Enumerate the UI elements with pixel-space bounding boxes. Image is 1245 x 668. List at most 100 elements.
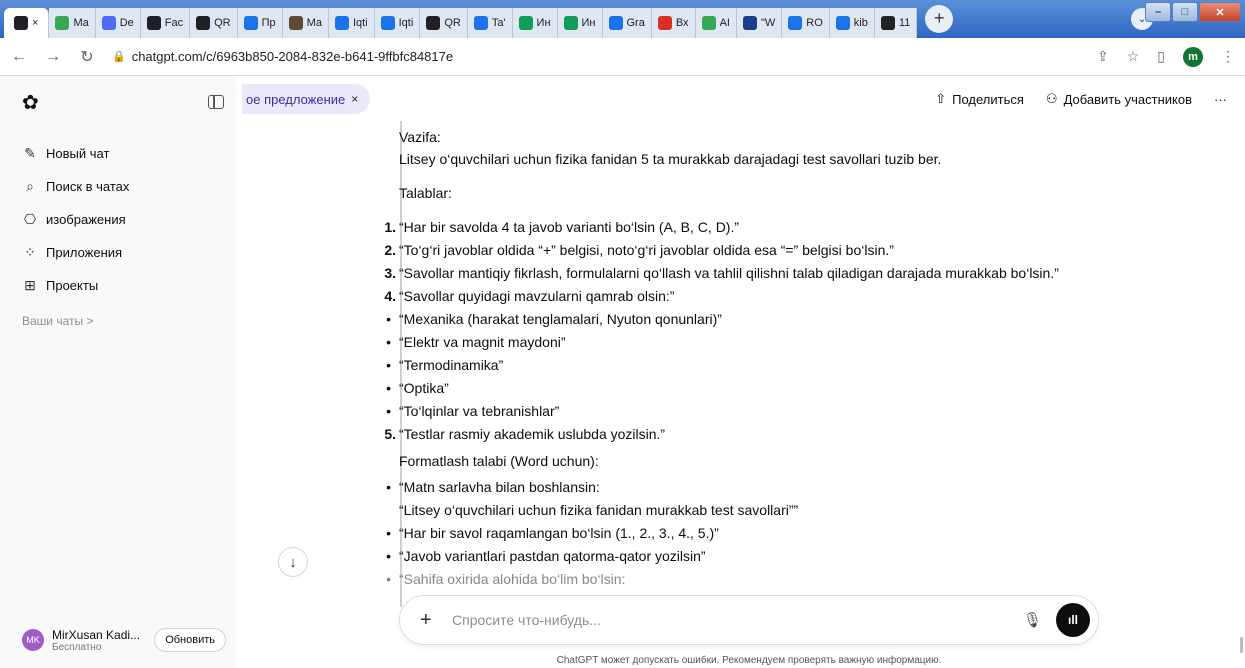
w-icon bbox=[788, 16, 803, 30]
openai-icon bbox=[880, 16, 895, 30]
openai-logo-icon[interactable]: ✿ bbox=[22, 90, 39, 115]
list-marker bbox=[373, 500, 399, 520]
reload-icon[interactable]: ↻ bbox=[78, 47, 96, 67]
close-tab-icon[interactable]: × bbox=[32, 17, 38, 29]
sidebar-item[interactable]: ⎔ изображения bbox=[0, 203, 236, 236]
browser-tab[interactable]: Ma bbox=[282, 8, 329, 38]
scroll-down-button[interactable]: ↓ bbox=[278, 547, 308, 577]
minimize-button[interactable]: – bbox=[1145, 2, 1171, 22]
list-marker: • bbox=[386, 548, 391, 564]
browser-tab[interactable]: Gra bbox=[602, 8, 652, 38]
list-marker: • bbox=[386, 403, 391, 419]
browser-menu-icon[interactable]: ⋮ bbox=[1221, 48, 1235, 65]
browser-tab[interactable]: De bbox=[95, 8, 141, 38]
side-panel-icon[interactable]: ▯ bbox=[1157, 48, 1165, 65]
browser-tab[interactable]: 11 bbox=[874, 8, 918, 38]
sidebar-item[interactable]: ⁘ Приложения bbox=[0, 236, 236, 269]
browser-tab-strip: × Ma De Fac QR Пр Ma Iqti Iqti QR Ta' Ин Ин Gra Вх AI "W… bbox=[0, 0, 1245, 38]
user-plan: Бесплатно bbox=[52, 641, 102, 653]
openai-icon bbox=[14, 16, 28, 30]
browser-tab[interactable]: QR bbox=[420, 8, 468, 38]
chip-close-icon[interactable]: × bbox=[351, 92, 358, 106]
sidebar-item[interactable]: ⊞ Проекты bbox=[0, 269, 236, 302]
tab-label: Ma bbox=[73, 17, 89, 29]
shield-icon bbox=[563, 16, 578, 30]
sidebar-item-label: Приложения bbox=[46, 245, 123, 260]
share-label: Поделиться bbox=[952, 91, 1024, 107]
browser-tab[interactable]: RO bbox=[782, 8, 830, 38]
add-members-label: Добавить участников bbox=[1063, 91, 1192, 107]
tab-label: kib bbox=[853, 17, 868, 29]
browser-tab[interactable]: Пр bbox=[237, 8, 283, 38]
browser-tab[interactable]: Fac bbox=[140, 8, 191, 38]
format-list: • “Matn sarlavha bilan boshlansin: “Litsey… bbox=[373, 477, 1073, 589]
tab-label: Iqti bbox=[352, 17, 368, 29]
browser-tab[interactable]: Вх bbox=[651, 8, 696, 38]
list-item: • “Matn sarlavha bilan boshlansin: bbox=[373, 477, 1073, 497]
sidebar-item[interactable]: ⌕ Поиск в чатах bbox=[0, 170, 236, 203]
browser-tab[interactable]: Iqti bbox=[328, 8, 375, 38]
browser-tab[interactable]: kib bbox=[829, 8, 875, 38]
browser-tab[interactable]: QR bbox=[190, 8, 238, 38]
your-chats-section[interactable]: Ваши чаты > bbox=[0, 314, 236, 328]
profile-avatar[interactable]: m bbox=[1183, 46, 1203, 67]
tab-label: QR bbox=[444, 17, 461, 29]
user-panel[interactable]: MK MirXusan Kadi... Бесплатно Обновить bbox=[0, 612, 236, 668]
message-content: Vazifa: Litsey o‘quvchilari uchun fizika… bbox=[373, 127, 1073, 597]
attach-plus-icon[interactable]: + bbox=[420, 609, 442, 632]
browser-tab[interactable]: Ин bbox=[557, 8, 603, 38]
scrollbar-thumb[interactable] bbox=[1240, 637, 1243, 653]
close-window-button[interactable]: ✕ bbox=[1199, 2, 1241, 22]
list-item-text: “Har bir savol raqamlangan bo‘lsin (1., … bbox=[399, 525, 719, 541]
browser-tab[interactable]: × bbox=[4, 8, 50, 38]
deepseek-icon bbox=[101, 16, 116, 30]
list-marker: 3. bbox=[384, 265, 396, 281]
forward-icon[interactable]: → bbox=[44, 48, 62, 66]
browser-tab[interactable]: Iqti bbox=[374, 8, 421, 38]
list-item-text: “Litsey o‘quvchilari uchun fizika fanida… bbox=[399, 502, 799, 518]
list-marker: • bbox=[386, 479, 391, 495]
maximize-button[interactable]: □ bbox=[1172, 2, 1198, 22]
bookmark-star-icon[interactable]: ☆ bbox=[1127, 48, 1140, 65]
prompt-input[interactable] bbox=[452, 612, 1023, 628]
images-icon: ⎔ bbox=[23, 211, 37, 227]
browser-tab[interactable]: "W bbox=[736, 8, 783, 38]
shield-icon bbox=[518, 16, 533, 30]
composer: + 🎙 ıll bbox=[399, 595, 1099, 645]
sidebar: ✿ ✎ Новый чат ⌕ Поиск в чатах ⎔ изображения ⁘ П… bbox=[0, 77, 236, 668]
browser-tab[interactable]: Ma bbox=[49, 8, 96, 38]
list-marker: • bbox=[386, 525, 391, 541]
url-field[interactable]: 🔒 chatgpt.com/c/6963b850-2084-832e-b641-… bbox=[112, 49, 1081, 64]
more-options-icon[interactable]: ··· bbox=[1214, 92, 1227, 107]
chat-title-chip[interactable]: ое предложение × bbox=[242, 84, 371, 114]
list-marker: • bbox=[386, 357, 391, 373]
main-area: ое предложение × ⇧ Поделиться ⚇ Добавить… bbox=[236, 77, 1245, 668]
list-item-text: “To‘lqinlar va tebranishlar” bbox=[399, 403, 560, 419]
list-item: • “Mexanika (harakat tenglamalari, Nyuton… bbox=[373, 309, 1073, 329]
avatar: MK bbox=[22, 629, 44, 651]
microphone-icon[interactable]: 🎙 bbox=[1023, 611, 1042, 629]
list-marker: • bbox=[386, 334, 391, 350]
url-text[interactable]: chatgpt.com/c/6963b850-2084-832e-b641-9f… bbox=[132, 49, 453, 64]
upgrade-button[interactable]: Обновить bbox=[154, 628, 226, 652]
back-icon[interactable]: ← bbox=[10, 48, 28, 66]
sidebar-toggle-icon[interactable] bbox=[208, 95, 224, 109]
tab-label: Ta' bbox=[491, 17, 506, 29]
list-item-text: “Testlar rasmiy akademik uslubda yozilsi… bbox=[399, 426, 666, 442]
list-marker: 5. bbox=[384, 426, 396, 442]
tab-label: RO bbox=[806, 17, 823, 29]
sidebar-item[interactable]: ✎ Новый чат bbox=[0, 137, 236, 170]
h-icon bbox=[742, 16, 757, 30]
chat-title: ое предложение bbox=[246, 91, 346, 107]
list-item: • “To‘lqinlar va tebranishlar” bbox=[373, 401, 1073, 421]
voice-mode-button[interactable]: ıll bbox=[1056, 603, 1090, 637]
browser-tab[interactable]: Ta' bbox=[467, 8, 513, 38]
openai-icon bbox=[426, 16, 441, 30]
new-tab-button[interactable]: + bbox=[925, 4, 954, 33]
list-item: 3. “Savollar mantiqiy fikrlash, formulala… bbox=[373, 263, 1073, 283]
share-page-icon[interactable]: ⇪ bbox=[1097, 48, 1109, 65]
browser-tab[interactable]: AI bbox=[695, 8, 737, 38]
add-members-button[interactable]: ⚇ Добавить участников bbox=[1046, 91, 1192, 107]
browser-tab[interactable]: Ин bbox=[512, 8, 558, 38]
share-button[interactable]: ⇧ Поделиться bbox=[935, 91, 1024, 107]
